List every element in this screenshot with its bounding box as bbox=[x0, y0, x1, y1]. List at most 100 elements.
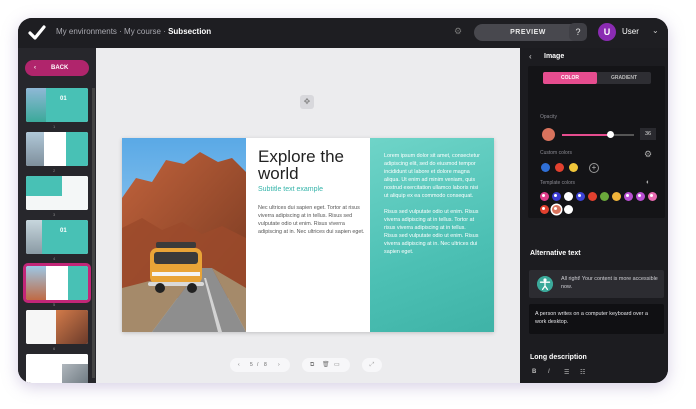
tab-gradient[interactable]: GRADIENT bbox=[597, 72, 651, 84]
move-handle-icon[interactable]: ✥ bbox=[300, 95, 314, 109]
slide-subtitle[interactable]: Subtitle text example bbox=[258, 186, 323, 193]
opacity-value[interactable]: 36 bbox=[640, 128, 656, 140]
add-color-icon[interactable]: + bbox=[589, 163, 599, 173]
slide-thumbnail-7[interactable] bbox=[26, 354, 88, 383]
gear-icon[interactable]: ⚙ bbox=[644, 149, 652, 160]
template-color-swatch[interactable] bbox=[648, 192, 657, 201]
template-color-swatch[interactable] bbox=[552, 192, 561, 201]
template-color-swatch[interactable] bbox=[588, 192, 597, 201]
slide-thumbnail-1[interactable]: 01 bbox=[26, 88, 88, 122]
breadcrumb-environments[interactable]: My environments bbox=[56, 27, 117, 36]
accessibility-alert: All right! Your content is more accessib… bbox=[529, 270, 664, 298]
numbered-list-icon[interactable]: ☷ bbox=[580, 369, 585, 376]
app-window: My environments · My course · Subsection… bbox=[18, 18, 668, 383]
italic-icon[interactable]: I bbox=[548, 369, 550, 375]
template-color-swatch[interactable] bbox=[600, 192, 609, 201]
avatar[interactable]: U bbox=[598, 23, 616, 41]
color-mode-tabs: COLOR GRADIENT bbox=[543, 72, 651, 84]
app-logo-icon[interactable] bbox=[28, 24, 46, 42]
opacity-label: Opacity bbox=[540, 114, 557, 120]
slide-title[interactable]: Explore the world bbox=[258, 148, 368, 182]
arrow-left-icon: ‹ bbox=[34, 65, 36, 71]
breadcrumb: My environments · My course · Subsection bbox=[56, 27, 211, 36]
opacity-slider[interactable] bbox=[562, 131, 634, 138]
teal-text-block[interactable]: Lorem ipsum dolor sit amet, consectetur … bbox=[370, 138, 494, 332]
alt-text-value: A person writes on a computer keyboard o… bbox=[535, 311, 648, 325]
template-color-swatch[interactable] bbox=[540, 192, 549, 201]
alternative-text-title: Alternative text bbox=[530, 250, 581, 257]
help-button[interactable]: ? bbox=[569, 23, 587, 41]
opacity-slider-fill bbox=[562, 134, 610, 136]
custom-colors-label: Custom colors bbox=[540, 150, 572, 156]
teal-paragraph-1: Lorem ipsum dolor sit amet, consectetur … bbox=[384, 153, 480, 199]
slide-thumbnail-3[interactable] bbox=[26, 176, 88, 210]
top-bar: My environments · My course · Subsection… bbox=[18, 18, 668, 48]
preview-button[interactable]: PREVIEW bbox=[474, 24, 582, 41]
trash-icon[interactable]: 🗑 bbox=[322, 358, 330, 372]
template-color-swatch[interactable] bbox=[612, 192, 621, 201]
slide-preview[interactable]: Explore the world Subtitle text example … bbox=[122, 138, 494, 332]
bullet-list-icon[interactable]: ☰ bbox=[564, 369, 569, 376]
back-label: BACK bbox=[51, 65, 69, 71]
slide-number: 6 bbox=[53, 346, 56, 351]
custom-color-swatch[interactable] bbox=[569, 163, 578, 172]
custom-color-swatch[interactable] bbox=[541, 163, 550, 172]
slides-sidebar: ‹ BACK 01 1 2 3 01 4 5 6 bbox=[18, 48, 96, 383]
alt-text-field[interactable]: A person writes on a computer keyboard o… bbox=[529, 304, 664, 334]
slide-badge: 01 bbox=[60, 228, 67, 234]
slide-tools: ⧉ 🗑 ▭ bbox=[302, 358, 350, 372]
chevron-down-icon[interactable]: ⌄ bbox=[652, 26, 659, 35]
pager-total: 8 bbox=[264, 362, 267, 368]
panel-header: ‹ Image bbox=[520, 48, 668, 66]
template-colors-label: Template colors bbox=[540, 180, 576, 186]
pager-separator: / bbox=[257, 362, 259, 368]
long-description-title: Long description bbox=[530, 354, 587, 361]
accessibility-icon bbox=[537, 276, 553, 292]
slide-thumbnail-4[interactable]: 01 bbox=[26, 220, 88, 254]
back-button[interactable]: ‹ BACK bbox=[25, 60, 89, 76]
slide-number: 1 bbox=[53, 124, 56, 129]
chevron-right-icon[interactable]: › bbox=[278, 358, 280, 372]
breadcrumb-current: Subsection bbox=[168, 27, 212, 36]
template-color-swatch[interactable] bbox=[564, 205, 573, 214]
teal-text: Lorem ipsum dolor sit amet, consectetur … bbox=[384, 152, 480, 264]
chevron-left-icon[interactable]: ‹ bbox=[529, 52, 532, 61]
properties-panel: ‹ Image COLOR GRADIENT Opacity 36 Custom… bbox=[520, 48, 668, 383]
color-settings: COLOR GRADIENT Opacity 36 Custom colors … bbox=[528, 66, 665, 218]
settings-gear-icon[interactable]: ⚙ bbox=[454, 26, 464, 36]
custom-color-swatch[interactable] bbox=[555, 163, 564, 172]
slide-number: 4 bbox=[53, 256, 56, 261]
copy-icon[interactable]: ⧉ bbox=[310, 358, 314, 372]
opacity-color-swatch[interactable] bbox=[542, 128, 555, 141]
opacity-slider-thumb[interactable] bbox=[606, 131, 614, 138]
slide-thumbnail-2[interactable] bbox=[26, 132, 88, 166]
chevron-left-icon[interactable]: ‹ bbox=[238, 358, 240, 372]
slide-number: 3 bbox=[53, 212, 56, 217]
slide-number: 5 bbox=[53, 302, 56, 307]
expand-icon[interactable]: ⤢ bbox=[362, 358, 382, 372]
slide-thumbnail-5[interactable] bbox=[23, 263, 91, 303]
breadcrumb-course[interactable]: My course bbox=[124, 27, 161, 36]
bold-icon[interactable]: B bbox=[532, 369, 536, 375]
template-color-swatch[interactable] bbox=[540, 205, 549, 214]
slide-body-text[interactable]: Nec ultrices dui sapien eget. Tortor at … bbox=[258, 204, 368, 236]
template-color-swatch[interactable] bbox=[624, 192, 633, 201]
palette-icon[interactable]: ◐ bbox=[646, 179, 650, 186]
teal-paragraph-2: Risus sed vulputate odio ut enim. Risus … bbox=[384, 209, 479, 255]
editor-canvas: ✥ Explore the world Subtitle text exampl… bbox=[96, 48, 520, 383]
slide-number: 2 bbox=[53, 168, 56, 173]
template-color-swatch[interactable] bbox=[564, 192, 573, 201]
comment-icon[interactable]: ▭ bbox=[334, 358, 340, 372]
slide-badge: 01 bbox=[60, 96, 67, 102]
van-photo-image[interactable] bbox=[122, 138, 246, 332]
panel-title: Image bbox=[544, 53, 565, 60]
sidebar-scrollbar[interactable] bbox=[92, 88, 95, 378]
tab-color[interactable]: COLOR bbox=[543, 72, 597, 84]
user-name[interactable]: User bbox=[622, 27, 639, 36]
pager-current: 5 bbox=[250, 362, 253, 368]
slide-thumbnail-6[interactable] bbox=[26, 310, 88, 344]
template-color-swatch[interactable] bbox=[552, 205, 561, 214]
slide-pager: ‹ 5 / 8 › bbox=[230, 358, 290, 372]
template-color-swatch[interactable] bbox=[636, 192, 645, 201]
template-color-swatch[interactable] bbox=[576, 192, 585, 201]
